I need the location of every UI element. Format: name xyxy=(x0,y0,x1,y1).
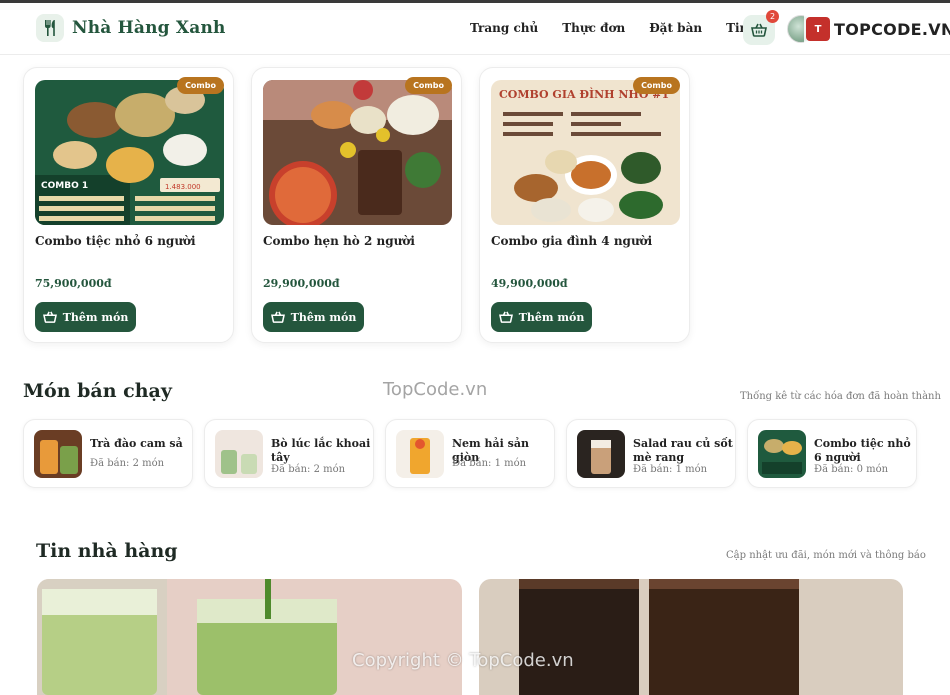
bestseller-image xyxy=(758,430,806,478)
bestseller-image xyxy=(577,430,625,478)
bestsellers-note: Thống kê từ các hóa đơn đã hoàn thành xyxy=(740,391,941,402)
bestseller-sold: Đã bán: 2 món xyxy=(271,464,346,475)
add-to-cart-button[interactable]: Thêm món xyxy=(35,302,136,332)
add-to-cart-label: Thêm món xyxy=(62,310,129,324)
combo-tag: Combo xyxy=(405,77,452,94)
combo-list: COMBO 1 1.483.000 Combo Combo tiệc nhỏ 6… xyxy=(23,67,690,343)
cart-count-badge: 2 xyxy=(766,10,779,23)
combo-name: Combo hẹn hò 2 người xyxy=(263,234,415,248)
combo-image: COMBO GIA ĐÌNH NHỎ #1 xyxy=(491,80,680,225)
combo-price: 29,900,000đ xyxy=(263,277,340,290)
combo-tag: Combo xyxy=(633,77,680,94)
bestseller-name: Bò lúc lắc khoai tây xyxy=(271,437,371,464)
add-to-cart-button[interactable]: Thêm món xyxy=(263,302,364,332)
combo-tag: Combo xyxy=(177,77,224,94)
bestseller-card[interactable]: Combo tiệc nhỏ 6 người Đã bán: 0 món xyxy=(747,419,917,488)
bestseller-image xyxy=(34,430,82,478)
topcode-watermark-logo: T TOPCODE.VN xyxy=(804,15,950,43)
main-nav: Trang chủ Thực đơn Đặt bàn Tin tức xyxy=(470,21,774,35)
bestseller-sold: Đã bán: 0 món xyxy=(814,464,889,475)
copyright-watermark: Copyright © TopCode.vn xyxy=(352,650,574,671)
bestsellers-title: Món bán chạy xyxy=(23,380,172,402)
cart-button[interactable]: 2 xyxy=(743,10,779,45)
nav-home[interactable]: Trang chủ xyxy=(470,21,538,35)
topcode-logo-text: TOPCODE.VN xyxy=(834,19,950,39)
combo-card[interactable]: COMBO 1 1.483.000 Combo Combo tiệc nhỏ 6… xyxy=(23,67,234,343)
news-title: Tin nhà hàng xyxy=(36,540,178,562)
add-to-cart-button[interactable]: Thêm món xyxy=(491,302,592,332)
brand-name: Nhà Hàng Xanh xyxy=(72,18,226,38)
bestsellers-list: Trà đào cam sả Đã bán: 2 món Bò lúc lắc … xyxy=(23,419,917,488)
bestseller-name: Combo tiệc nhỏ 6 người xyxy=(814,437,911,464)
basket-icon xyxy=(270,311,285,323)
bestseller-card[interactable]: Nem hải sản giòn Đã bán: 1 món xyxy=(385,419,555,488)
combo-price: 49,900,000đ xyxy=(491,277,568,290)
news-card-image[interactable] xyxy=(37,579,462,695)
add-to-cart-label: Thêm món xyxy=(290,310,357,324)
bestseller-image xyxy=(396,430,444,478)
news-card-image[interactable] xyxy=(479,579,903,695)
bestseller-sold: Đã bán: 1 món xyxy=(452,458,527,469)
bestseller-card[interactable]: Salad rau củ sốt mè rang Đã bán: 1 món xyxy=(566,419,736,488)
basket-icon xyxy=(42,311,57,323)
site-header: Nhà Hàng Xanh Trang chủ Thực đơn Đặt bàn… xyxy=(0,3,950,55)
utensils-icon xyxy=(36,14,64,42)
combo-name: Combo gia đình 4 người xyxy=(491,234,653,248)
combo-image xyxy=(263,80,452,225)
topcode-logo-icon: T xyxy=(806,17,830,41)
combo-image: COMBO 1 1.483.000 xyxy=(35,80,224,225)
combo-card[interactable]: COMBO GIA ĐÌNH NHỎ #1 Combo Combo gia đì… xyxy=(479,67,690,343)
svg-text:1.483.000: 1.483.000 xyxy=(165,183,201,191)
bestseller-card[interactable]: Trà đào cam sả Đã bán: 2 món xyxy=(23,419,193,488)
bestseller-image xyxy=(215,430,263,478)
bestseller-name: Salad rau củ sốt mè rang xyxy=(633,437,733,464)
bestseller-name: Trà đào cam sả xyxy=(90,437,183,450)
combo-card[interactable]: Combo Combo hẹn hò 2 người 29,900,000đ T… xyxy=(251,67,462,343)
nav-booking[interactable]: Đặt bàn xyxy=(649,21,702,35)
svg-text:COMBO 1: COMBO 1 xyxy=(41,181,88,191)
combo-name: Combo tiệc nhỏ 6 người xyxy=(35,234,196,248)
bestseller-sold: Đã bán: 1 món xyxy=(633,464,708,475)
basket-icon xyxy=(498,311,513,323)
news-note: Cập nhật ưu đãi, món mới và thông báo xyxy=(726,550,926,561)
combo-price: 75,900,000đ xyxy=(35,277,112,290)
nav-menu[interactable]: Thực đơn xyxy=(562,21,625,35)
basket-icon xyxy=(751,23,767,37)
add-to-cart-label: Thêm món xyxy=(518,310,585,324)
brand-logo[interactable]: Nhà Hàng Xanh xyxy=(36,14,226,42)
bestseller-card[interactable]: Bò lúc lắc khoai tây Đã bán: 2 món xyxy=(204,419,374,488)
center-watermark: TopCode.vn xyxy=(383,379,488,400)
bestseller-sold: Đã bán: 2 món xyxy=(90,458,165,469)
